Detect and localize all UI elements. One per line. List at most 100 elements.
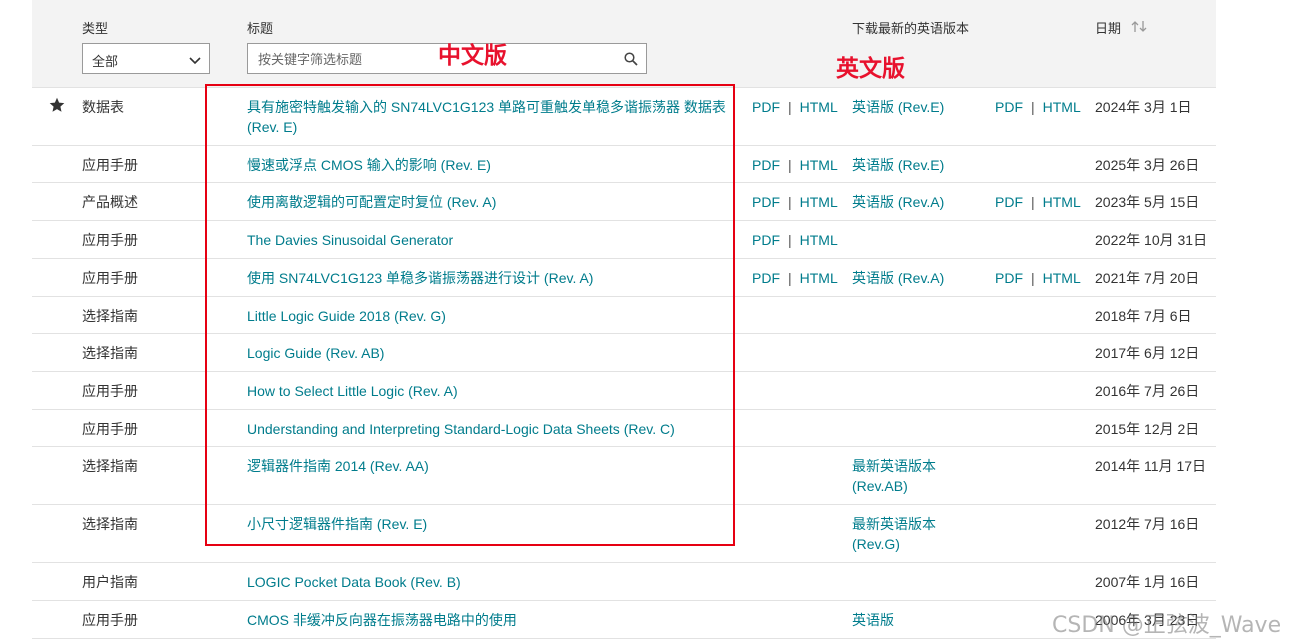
doc-date: 2014年 11月 17日 [1095,458,1207,474]
separator: | [788,99,792,115]
separator: | [788,270,792,286]
doc-title-link[interactable]: LOGIC Pocket Data Book (Rev. B) [247,572,727,592]
separator: | [1031,194,1035,210]
doc-title-link[interactable]: 使用 SN74LVC1G123 单稳多谐振荡器进行设计 (Rev. A) [247,268,727,288]
english-version-link[interactable]: 英语版 (Rev.E) [852,155,962,175]
html-link[interactable]: HTML [800,99,838,115]
pdf-link[interactable]: PDF [752,194,780,210]
doc-title-link[interactable]: 使用离散逻辑的可配置定时复位 (Rev. A) [247,192,727,212]
table-row: 数据表 具有施密特触发输入的 SN74LVC1G123 单路可重触发单稳多谐振荡… [32,87,1216,146]
format-links: PDF | HTML [752,97,838,117]
column-header-download: 下载最新的英语版本 [852,21,970,36]
english-version-annotation: 英文版 [836,56,905,82]
english-format-links: PDF | HTML [995,192,1081,212]
english-version-link[interactable]: 英语版 [852,610,962,630]
table-row: 应用手册 How to Select Little Logic (Rev. A)… [32,371,1216,410]
search-icon[interactable] [624,52,638,69]
table-row: 应用手册 The Davies Sinusoidal Generator PDF… [32,220,1216,259]
title-search-input[interactable] [256,49,610,70]
doc-date: 2016年 7月 26日 [1095,383,1200,399]
doc-title-link[interactable]: 小尺寸逻辑器件指南 (Rev. E) [247,514,727,534]
latest-english-version-link[interactable]: 最新英语版本 (Rev.AB) [852,456,962,496]
doc-title-link[interactable]: CMOS 非缓冲反向器在振荡器电路中的使用 [247,610,727,630]
html-link[interactable]: HTML [800,157,838,173]
table-row: 应用手册 Understanding and Interpreting Stan… [32,409,1216,447]
html-link[interactable]: HTML [800,270,838,286]
doc-type: 选择指南 [82,516,138,532]
latest-english-version-link[interactable]: 最新英语版本 (Rev.G) [852,514,962,554]
pdf-link[interactable]: PDF [752,232,780,248]
sort-arrows-icon[interactable] [1127,21,1147,36]
english-version-link[interactable]: 英语版 (Rev.A) [852,192,962,212]
table-row: 选择指南 小尺寸逻辑器件指南 (Rev. E) 最新英语版本 (Rev.G) 2… [32,504,1216,563]
english-pdf-link[interactable]: PDF [995,270,1023,286]
column-header-title: 标题 [247,21,274,36]
doc-date: 2018年 7月 6日 [1095,308,1192,324]
doc-date: 2007年 1月 16日 [1095,574,1200,590]
doc-type: 数据表 [82,99,124,115]
doc-type: 应用手册 [82,612,138,628]
doc-type: 选择指南 [82,308,138,324]
english-pdf-link[interactable]: PDF [995,99,1023,115]
doc-type: 用户指南 [82,574,138,590]
english-version-link[interactable]: 英语版 (Rev.E) [852,97,962,117]
doc-title-link[interactable]: How to Select Little Logic (Rev. A) [247,381,727,401]
english-html-link[interactable]: HTML [1043,270,1081,286]
separator: | [788,194,792,210]
csdn-watermark: CSDN @正弦波_Wave [1052,613,1282,638]
pdf-link[interactable]: PDF [752,270,780,286]
doc-type: 应用手册 [82,157,138,173]
doc-title-link[interactable]: The Davies Sinusoidal Generator [247,230,727,250]
star-icon[interactable] [49,97,65,116]
doc-title-link[interactable]: 逻辑器件指南 2014 (Rev. AA) [247,456,727,476]
date-header-label: 日期 [1095,21,1122,36]
separator: | [788,232,792,248]
doc-type: 选择指南 [82,345,138,361]
doc-title-link[interactable]: 具有施密特触发输入的 SN74LVC1G123 单路可重触发单稳多谐振荡器 数据… [247,97,727,137]
english-version-link[interactable]: 英语版 (Rev.A) [852,268,962,288]
table-row: 产品概述 使用离散逻辑的可配置定时复位 (Rev. A) PDF | HTML 英语… [32,182,1216,221]
english-format-links: PDF | HTML [995,97,1081,117]
format-links: PDF | HTML [752,230,838,250]
pdf-link[interactable]: PDF [752,99,780,115]
html-link[interactable]: HTML [800,194,838,210]
doc-date: 2015年 12月 2日 [1095,421,1200,437]
doc-date: 2012年 7月 16日 [1095,516,1200,532]
separator: | [1031,270,1035,286]
english-html-link[interactable]: HTML [1043,194,1081,210]
table-row: 选择指南 Logic Guide (Rev. AB) 2017年 6月 12日 [32,333,1216,372]
doc-type: 应用手册 [82,421,138,437]
column-header-date[interactable]: 日期 [1095,18,1147,37]
english-pdf-link[interactable]: PDF [995,194,1023,210]
doc-type: 产品概述 [82,194,138,210]
doc-date: 2022年 10月 31日 [1095,232,1208,248]
type-filter-select[interactable]: 全部 [82,43,210,74]
column-header-type: 类型 [82,21,109,36]
english-html-link[interactable]: HTML [1043,99,1081,115]
table-row: 选择指南 逻辑器件指南 2014 (Rev. AA) 最新英语版本 (Rev.A… [32,446,1216,505]
format-links: PDF | HTML [752,268,838,288]
chevron-down-icon [189,53,201,69]
doc-date: 2021年 7月 20日 [1095,270,1200,286]
doc-title-link[interactable]: Understanding and Interpreting Standard-… [247,419,727,439]
doc-date: 2023年 5月 15日 [1095,194,1200,210]
doc-type: 应用手册 [82,270,138,286]
table-row: 选择指南 Little Logic Guide 2018 (Rev. G) 20… [32,296,1216,334]
english-format-links: PDF | HTML [995,268,1081,288]
table-row: 用户指南 LOGIC Pocket Data Book (Rev. B) 200… [32,562,1216,601]
type-filter-value: 全部 [92,54,119,69]
table-row: 应用手册 使用 SN74LVC1G123 单稳多谐振荡器进行设计 (Rev. A… [32,258,1216,297]
table-row: 应用手册 CMOS 非缓冲反向器在振荡器电路中的使用 英语版 2006年 3月 … [32,600,1216,639]
doc-date: 2025年 3月 26日 [1095,157,1200,173]
table-row: 应用手册 慢速或浮点 CMOS 输入的影响 (Rev. E) PDF | HTML … [32,145,1216,183]
doc-title-link[interactable]: Logic Guide (Rev. AB) [247,343,727,363]
doc-type: 选择指南 [82,458,138,474]
table-header: 类型 标题 下载最新的英语版本 日期 全部 [32,0,1216,88]
doc-title-link[interactable]: 慢速或浮点 CMOS 输入的影响 (Rev. E) [247,155,727,175]
html-link[interactable]: HTML [800,232,838,248]
format-links: PDF | HTML [752,192,838,212]
doc-title-link[interactable]: Little Logic Guide 2018 (Rev. G) [247,306,727,326]
format-links: PDF | HTML [752,155,838,175]
doc-type: 应用手册 [82,232,138,248]
pdf-link[interactable]: PDF [752,157,780,173]
